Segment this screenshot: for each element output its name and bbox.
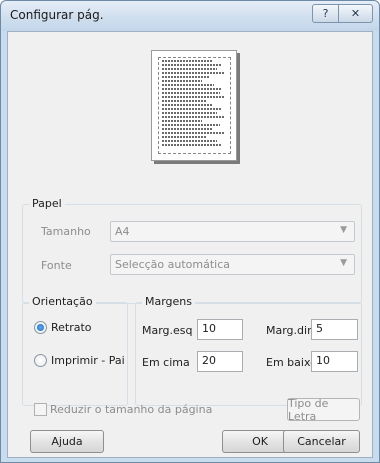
chevron-down-icon: ▼ [340,258,347,268]
portrait-radio[interactable] [34,321,47,334]
margin-bottom-input[interactable]: 10 [311,351,358,372]
source-select[interactable]: Selecção automática ▼ [110,254,355,275]
title-bar[interactable]: Configurar pág. ? ✕ [1,1,379,31]
size-select[interactable]: A4 ▼ [110,221,355,242]
page-preview [151,50,237,161]
landscape-label[interactable]: Imprimir - Pai [51,354,125,367]
font-button[interactable]: Tipo de Letra [287,397,360,423]
dialog-body: Papel Tamanho A4 ▼ Fonte Selecção automá… [7,31,373,458]
orientation-group-label: Orientação [29,295,96,308]
cancel-button[interactable]: Cancelar [283,430,360,453]
chevron-down-icon: ▼ [340,225,347,235]
source-value: Selecção automática [115,258,231,271]
margins-group-label: Margens [142,295,196,308]
shrink-page-checkbox[interactable] [34,403,47,416]
landscape-radio[interactable] [34,354,47,367]
source-label: Fonte [41,259,72,272]
margin-bottom-label: Em baixo [266,356,317,369]
shrink-page-label[interactable]: Reduzir o tamanho da página [50,403,212,416]
help-button[interactable]: Ajuda [30,430,104,453]
page-preview-content [158,57,231,154]
margin-top-input[interactable]: 20 [197,351,243,372]
margin-left-input[interactable]: 10 [197,319,243,340]
close-icon[interactable]: ✕ [338,4,373,23]
size-label: Tamanho [41,225,91,238]
paper-group-label: Papel [29,197,65,210]
dialog-title: Configurar pág. [10,8,104,22]
margin-right-input[interactable]: 5 [311,319,358,340]
portrait-label[interactable]: Retrato [51,321,92,334]
size-value: A4 [115,225,130,238]
page-setup-dialog: Configurar pág. ? ✕ Papel Tamanho A4 ▼ F… [0,0,380,463]
margin-left-label: Marg.esq [142,324,193,337]
margin-top-label: Em cima [142,356,190,369]
help-icon[interactable]: ? [312,4,339,23]
